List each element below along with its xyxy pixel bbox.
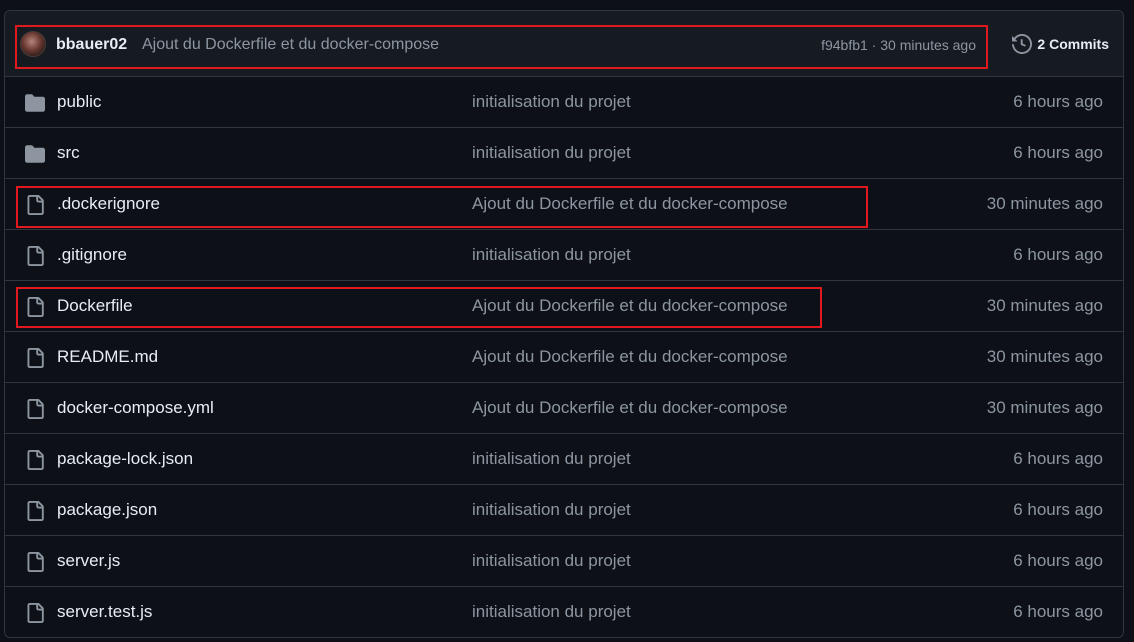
commits-history-button[interactable]: 2 Commits: [1012, 32, 1109, 56]
file-icon: [25, 603, 45, 623]
file-browser: bbauer02 Ajout du Dockerfile et du docke…: [4, 10, 1124, 638]
commit-sha-time: f94bfb1 · 30 minutes ago: [821, 36, 976, 54]
file-row[interactable]: server.test.js initialisation du projet 6 …: [5, 587, 1123, 637]
file-commit-message-link[interactable]: initialisation du projet: [472, 92, 631, 112]
file-row[interactable]: src initialisation du projet 6 hours ago: [5, 128, 1123, 179]
file-icon: [25, 399, 45, 419]
file-icon: [25, 348, 45, 368]
file-row[interactable]: README.md Ajout du Dockerfile et du docke…: [5, 332, 1123, 383]
file-row[interactable]: .gitignore initialisation du projet 6 hour…: [5, 230, 1123, 281]
file-icon: [25, 450, 45, 470]
file-commit-date: 6 hours ago: [1013, 602, 1103, 621]
file-name-link[interactable]: package-lock.json: [57, 449, 193, 469]
file-icon: [25, 195, 45, 215]
commits-count-label: 2 Commits: [1037, 36, 1109, 52]
directory-name-link[interactable]: public: [57, 92, 101, 112]
file-row[interactable]: .dockerignore Ajout du Dockerfile et du d…: [5, 179, 1123, 230]
history-icon: [1012, 34, 1033, 54]
file-commit-date: 30 minutes ago: [986, 296, 1103, 315]
file-commit-date: 30 minutes ago: [986, 194, 1103, 213]
file-row[interactable]: package-lock.json initialisation du proje…: [5, 434, 1123, 485]
file-icon: [25, 246, 45, 266]
file-commit-message-link[interactable]: initialisation du projet: [472, 551, 631, 571]
file-commit-date: 6 hours ago: [1013, 143, 1103, 162]
file-commit-date: 30 minutes ago: [986, 398, 1103, 417]
commit-time: 30 minutes ago: [880, 37, 976, 53]
file-commit-message-link[interactable]: Ajout du Dockerfile et du docker-compose: [472, 296, 788, 316]
file-list: public initialisation du projet 6 hours ag…: [5, 77, 1123, 637]
file-commit-message-link[interactable]: initialisation du projet: [472, 143, 631, 163]
commit-sha-link[interactable]: f94bfb1: [821, 37, 868, 53]
author-avatar[interactable]: [20, 31, 46, 57]
file-name-link[interactable]: server.test.js: [57, 602, 152, 622]
file-commit-date: 6 hours ago: [1013, 92, 1103, 111]
file-commit-message-link[interactable]: initialisation du projet: [472, 449, 631, 469]
directory-name-link[interactable]: src: [57, 143, 80, 163]
file-name-link[interactable]: server.js: [57, 551, 120, 571]
commit-separator: ·: [867, 37, 881, 53]
file-commit-date: 6 hours ago: [1013, 449, 1103, 468]
file-name-link[interactable]: README.md: [57, 347, 158, 367]
file-commit-message-link[interactable]: initialisation du projet: [472, 245, 631, 265]
folder-icon: [25, 144, 45, 164]
file-commit-date: 6 hours ago: [1013, 551, 1103, 570]
file-icon: [25, 297, 45, 317]
commit-author-link[interactable]: bbauer02: [56, 35, 127, 55]
file-commit-message-link[interactable]: Ajout du Dockerfile et du docker-compose: [472, 347, 788, 367]
file-row[interactable]: Dockerfile Ajout du Dockerfile et du dock…: [5, 281, 1123, 332]
file-name-link[interactable]: package.json: [57, 500, 157, 520]
file-commit-message-link[interactable]: initialisation du projet: [472, 602, 631, 622]
file-commit-date: 30 minutes ago: [986, 347, 1103, 366]
file-name-link[interactable]: .dockerignore: [57, 194, 160, 214]
file-row[interactable]: docker-compose.yml Ajout du Dockerfile et…: [5, 383, 1123, 434]
file-icon: [25, 501, 45, 521]
file-commit-message-link[interactable]: Ajout du Dockerfile et du docker-compose: [472, 398, 788, 418]
file-icon: [25, 552, 45, 572]
file-row[interactable]: public initialisation du projet 6 hours ag…: [5, 77, 1123, 128]
file-commit-date: 6 hours ago: [1013, 500, 1103, 519]
latest-commit-bar: bbauer02 Ajout du Dockerfile et du docke…: [5, 11, 1123, 77]
file-commit-date: 6 hours ago: [1013, 245, 1103, 264]
file-name-link[interactable]: Dockerfile: [57, 296, 133, 316]
file-row[interactable]: server.js initialisation du projet 6 hours…: [5, 536, 1123, 587]
folder-icon: [25, 93, 45, 113]
file-commit-message-link[interactable]: initialisation du projet: [472, 500, 631, 520]
file-commit-message-link[interactable]: Ajout du Dockerfile et du docker-compose: [472, 194, 788, 214]
file-name-link[interactable]: docker-compose.yml: [57, 398, 214, 418]
latest-commit-message[interactable]: Ajout du Dockerfile et du docker-compose: [142, 35, 439, 55]
file-name-link[interactable]: .gitignore: [57, 245, 127, 265]
file-row[interactable]: package.json initialisation du projet 6 ho…: [5, 485, 1123, 536]
